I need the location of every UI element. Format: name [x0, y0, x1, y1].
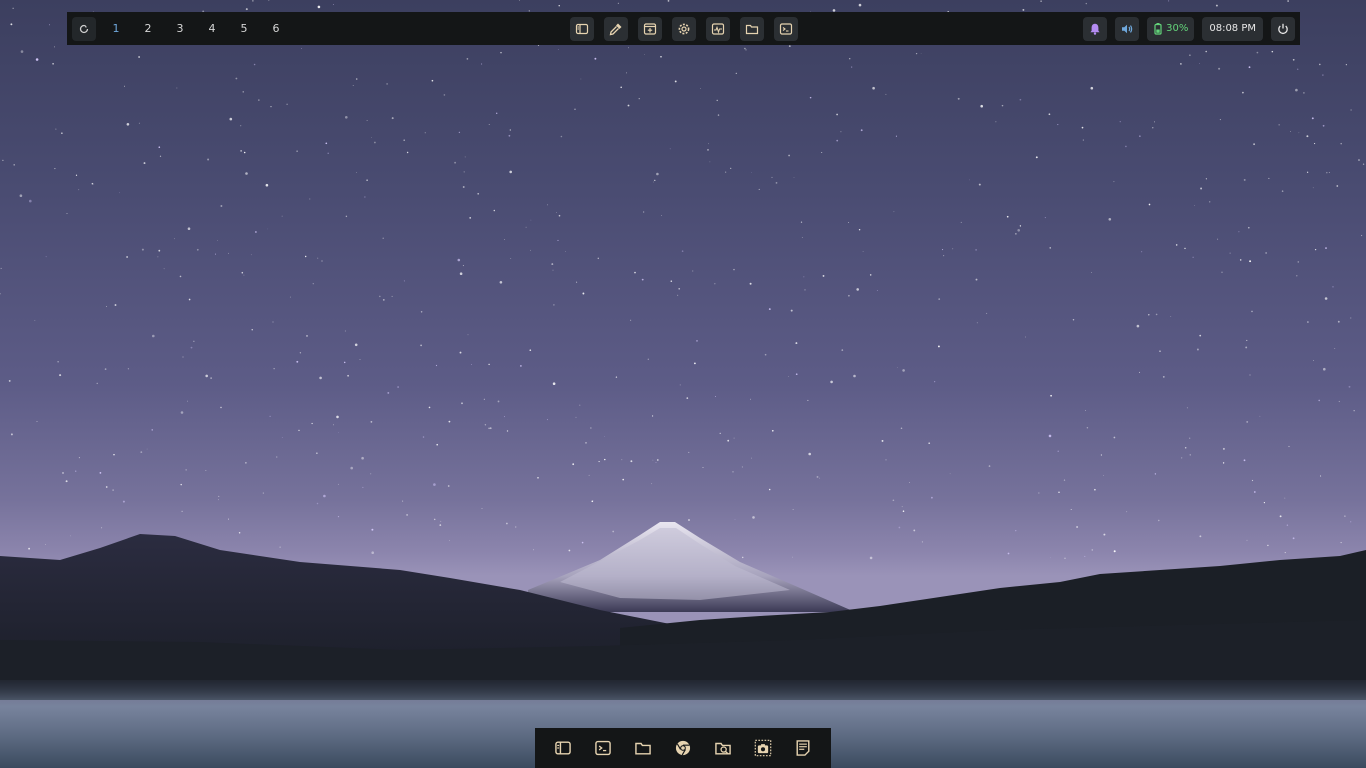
- dock-notes-button[interactable]: [791, 736, 815, 760]
- add-window-icon: [643, 22, 657, 36]
- folder-icon: [745, 22, 759, 36]
- notes-icon: [794, 739, 812, 757]
- battery-indicator[interactable]: 30%: [1147, 16, 1195, 41]
- workspace-5[interactable]: 5: [228, 22, 260, 35]
- browser-icon: [674, 739, 692, 757]
- workspace-4[interactable]: 4: [196, 22, 228, 35]
- dock-files-button[interactable]: [631, 736, 655, 760]
- desktop: 1 2 3 4 5 6 30% 08:08 PM: [0, 0, 1366, 768]
- dock-sidebar-button[interactable]: [551, 736, 575, 760]
- speaker-icon: [1120, 22, 1134, 36]
- power-button[interactable]: [1271, 16, 1295, 41]
- system-monitor-icon: [711, 22, 725, 36]
- bell-icon: [1088, 22, 1102, 36]
- launcher-button[interactable]: [72, 16, 96, 41]
- folder-icon: [634, 739, 652, 757]
- wallpaper-landscape: [0, 522, 1366, 768]
- power-icon: [1276, 22, 1290, 36]
- terminal-icon: [779, 22, 793, 36]
- dock-terminal-button[interactable]: [591, 736, 615, 760]
- clock[interactable]: 08:08 PM: [1202, 16, 1263, 41]
- settings-button[interactable]: [672, 16, 696, 41]
- dock-screenshot-button[interactable]: [751, 736, 775, 760]
- workspace-3[interactable]: 3: [164, 22, 196, 35]
- battery-icon: [1153, 22, 1163, 35]
- top-bar: 1 2 3 4 5 6 30% 08:08 PM: [67, 12, 1300, 45]
- notifications-button[interactable]: [1083, 16, 1108, 41]
- sidebar-panel-icon: [575, 22, 589, 36]
- battery-percentage: 30%: [1166, 23, 1189, 34]
- system-monitor-button[interactable]: [706, 16, 730, 41]
- screenshot-icon: [754, 739, 772, 757]
- sidebar-toggle-button[interactable]: [570, 16, 594, 41]
- dock-browser-button[interactable]: [671, 736, 695, 760]
- sidebar-panel-icon: [554, 739, 572, 757]
- dock: [535, 728, 831, 768]
- workspace-switcher: 1 2 3 4 5 6: [100, 22, 292, 35]
- terminal-button[interactable]: [774, 16, 798, 41]
- launcher-swirl-icon: [78, 23, 90, 35]
- system-tray: 30% 08:08 PM: [1083, 16, 1295, 41]
- search-files-icon: [714, 739, 732, 757]
- volume-button[interactable]: [1115, 16, 1140, 41]
- terminal-icon: [594, 739, 612, 757]
- topbar-app-launchers: [570, 16, 798, 41]
- workspace-2[interactable]: 2: [132, 22, 164, 35]
- add-window-button[interactable]: [638, 16, 662, 41]
- workspace-1[interactable]: 1: [100, 22, 132, 35]
- file-manager-button[interactable]: [740, 16, 764, 41]
- color-picker-icon: [609, 22, 623, 36]
- settings-cog-icon: [677, 22, 691, 36]
- workspace-6[interactable]: 6: [260, 22, 292, 35]
- topbar-left: 1 2 3 4 5 6: [72, 16, 472, 41]
- color-picker-button[interactable]: [604, 16, 628, 41]
- dock-search-button[interactable]: [711, 736, 735, 760]
